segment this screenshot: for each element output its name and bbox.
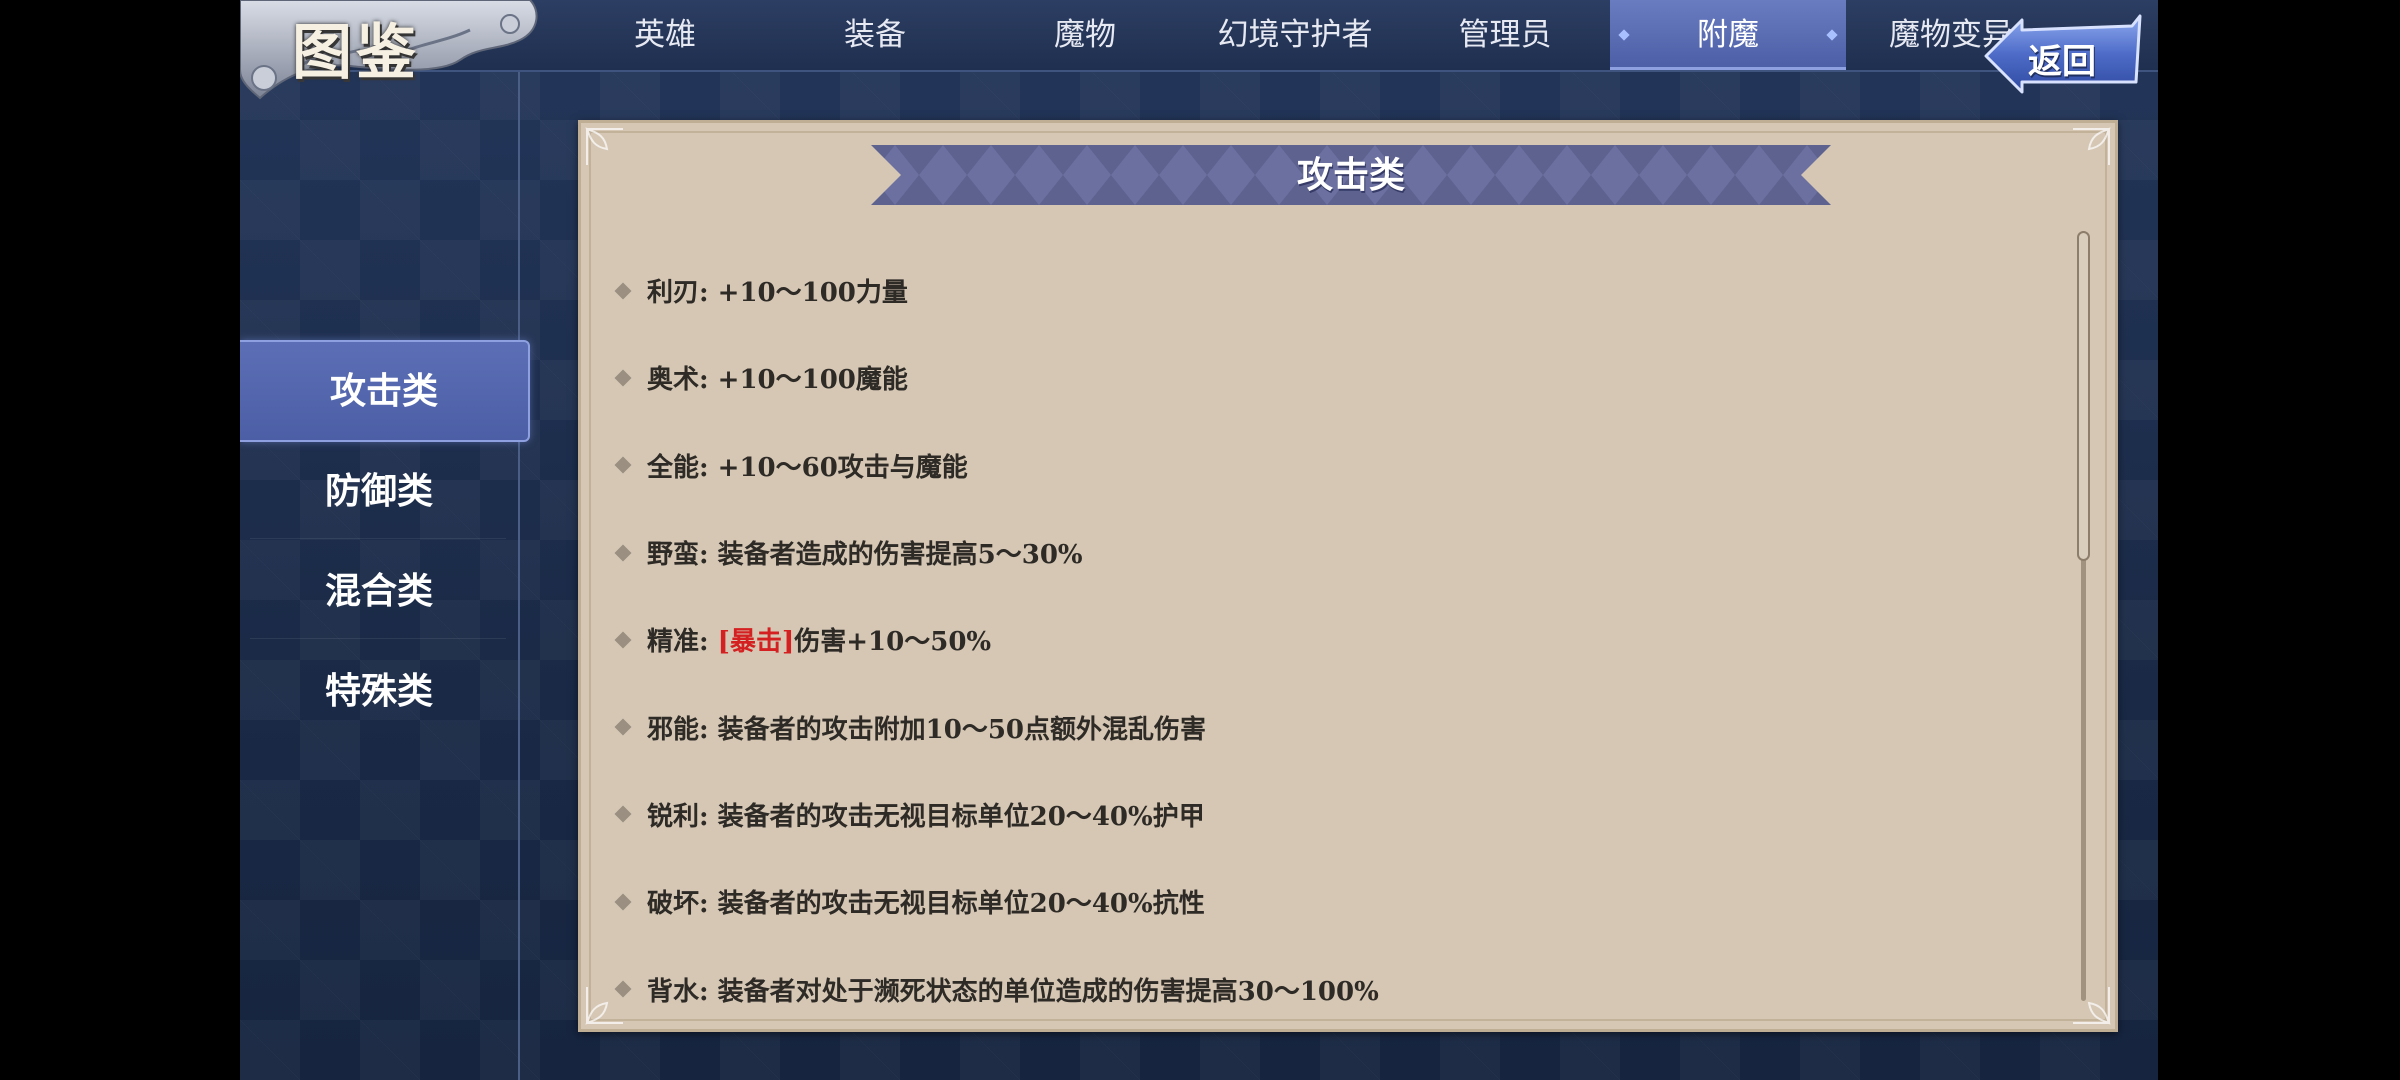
list-item: 精准: [暴击] 伤害+10～50% (614, 596, 2037, 683)
sidebar-item-defense[interactable]: 防御类 (240, 442, 518, 540)
diamond-bullet-icon (614, 631, 632, 649)
sidebar-item-label: 攻击类 (329, 370, 438, 412)
sidebar-item-label: 特殊类 (324, 670, 433, 712)
sidebar-divider (250, 638, 506, 639)
enchant-description: +10～100力量 (717, 278, 908, 309)
enchant-name: 邪能: (647, 714, 718, 745)
enchant-name: 奥术: (647, 365, 718, 396)
diamond-bullet-icon (614, 544, 632, 562)
diamond-bullet-icon (614, 805, 632, 823)
enchant-description: 装备者的攻击无视目标单位20～40%抗性 (717, 889, 1205, 920)
corner-ornament-icon (585, 127, 623, 165)
list-item: 野蛮: 装备者造成的伤害提高5～30% (614, 509, 2037, 596)
sidebar-item-label: 混合类 (324, 570, 433, 612)
enchant-name: 野蛮: (647, 540, 718, 571)
list-item: 利刃: +10～100力量 (614, 247, 2037, 334)
tab-monsters[interactable]: 魔物 (980, 0, 1190, 70)
list-item: 全能: +10～60攻击与魔能 (614, 422, 2037, 509)
tab-label: 英雄 (634, 17, 696, 53)
enchant-list-panel: 攻击类 利刃: +10～100力量 奥术: +10～100魔能 全能: +10～… (578, 120, 2118, 1032)
list-item: 背水: 装备者对处于濒死状态的单位造成的伤害提高30～100% (614, 945, 2037, 1032)
tab-label: 魔物 (1054, 17, 1116, 53)
enchant-name: 破坏: (647, 889, 718, 920)
tab-label: 附魔 (1697, 17, 1759, 53)
game-screen: 英雄 装备 魔物 幻境守护者 管理员 附魔 魔物变异 图鉴 返回 攻击类 防御类… (240, 0, 2158, 1080)
tab-administrators[interactable]: 管理员 (1400, 0, 1610, 70)
enchant-description: 装备者的攻击附加10～50点额外混乱伤害 (717, 714, 1207, 745)
corner-ornament-icon (2073, 127, 2111, 165)
enchant-description: 伤害+10～50% (794, 627, 992, 658)
diamond-bullet-icon (614, 718, 632, 736)
diamond-bullet-icon (614, 980, 632, 998)
list-item: 锐利: 装备者的攻击无视目标单位20～40%护甲 (614, 771, 2037, 858)
category-sidebar: 攻击类 防御类 混合类 特殊类 (240, 72, 530, 1080)
enchant-description: +10～60攻击与魔能 (717, 452, 968, 483)
page-title: 图鉴 (292, 18, 420, 88)
section-banner: 攻击类 (871, 145, 1831, 205)
active-tab-dot-icon (1826, 29, 1838, 41)
list-item: 邪能: 装备者的攻击附加10～50点额外混乱伤害 (614, 683, 2037, 770)
enchant-name: 全能: (647, 452, 718, 483)
scrollbar-thumb[interactable] (2077, 231, 2090, 561)
diamond-bullet-icon (614, 893, 632, 911)
enchant-name: 背水: (647, 976, 718, 1007)
active-tab-dot-icon (1618, 29, 1630, 41)
sidebar-item-attack[interactable]: 攻击类 (240, 340, 530, 442)
sidebar-item-label: 防御类 (324, 470, 433, 512)
category-tabs: 英雄 装备 魔物 幻境守护者 管理员 附魔 魔物变异 (560, 0, 2056, 70)
tab-enchant[interactable]: 附魔 (1610, 0, 1846, 70)
diamond-bullet-icon (614, 369, 632, 387)
page-title-ornament: 图鉴 (240, 0, 550, 100)
tab-label: 装备 (844, 17, 906, 53)
enchant-description: +10～100魔能 (717, 365, 908, 396)
corner-ornament-icon (2073, 987, 2111, 1025)
enchant-name: 利刃: (647, 278, 718, 309)
tab-equipment[interactable]: 装备 (770, 0, 980, 70)
back-button[interactable]: 返回 (1982, 12, 2144, 100)
tab-label: 管理员 (1458, 17, 1552, 53)
enchant-list: 利刃: +10～100力量 奥术: +10～100魔能 全能: +10～60攻击… (614, 247, 2037, 1033)
list-item: 破坏: 装备者的攻击无视目标单位20～40%抗性 (614, 858, 2037, 945)
tab-dream-guardians[interactable]: 幻境守护者 (1190, 0, 1400, 70)
sidebar-divider (250, 538, 506, 539)
diamond-bullet-icon (614, 282, 632, 300)
enchant-description: 装备者对处于濒死状态的单位造成的伤害提高30～100% (717, 976, 1379, 1007)
keyword-highlight: [暴击] (717, 627, 795, 658)
enchant-description: 装备者的攻击无视目标单位20～40%护甲 (717, 801, 1205, 832)
back-button-label: 返回 (2028, 42, 2096, 82)
enchant-name: 锐利: (647, 801, 718, 832)
diamond-bullet-icon (614, 456, 632, 474)
tab-heroes[interactable]: 英雄 (560, 0, 770, 70)
enchant-description: 装备者造成的伤害提高5～30% (717, 540, 1083, 571)
enchant-name: 精准: (647, 627, 718, 658)
tab-label: 幻境守护者 (1217, 17, 1373, 53)
sidebar-item-mixed[interactable]: 混合类 (240, 542, 518, 640)
section-title: 攻击类 (1296, 154, 1405, 196)
list-item: 奥术: +10～100魔能 (614, 334, 2037, 421)
sidebar-item-special[interactable]: 特殊类 (240, 642, 518, 740)
